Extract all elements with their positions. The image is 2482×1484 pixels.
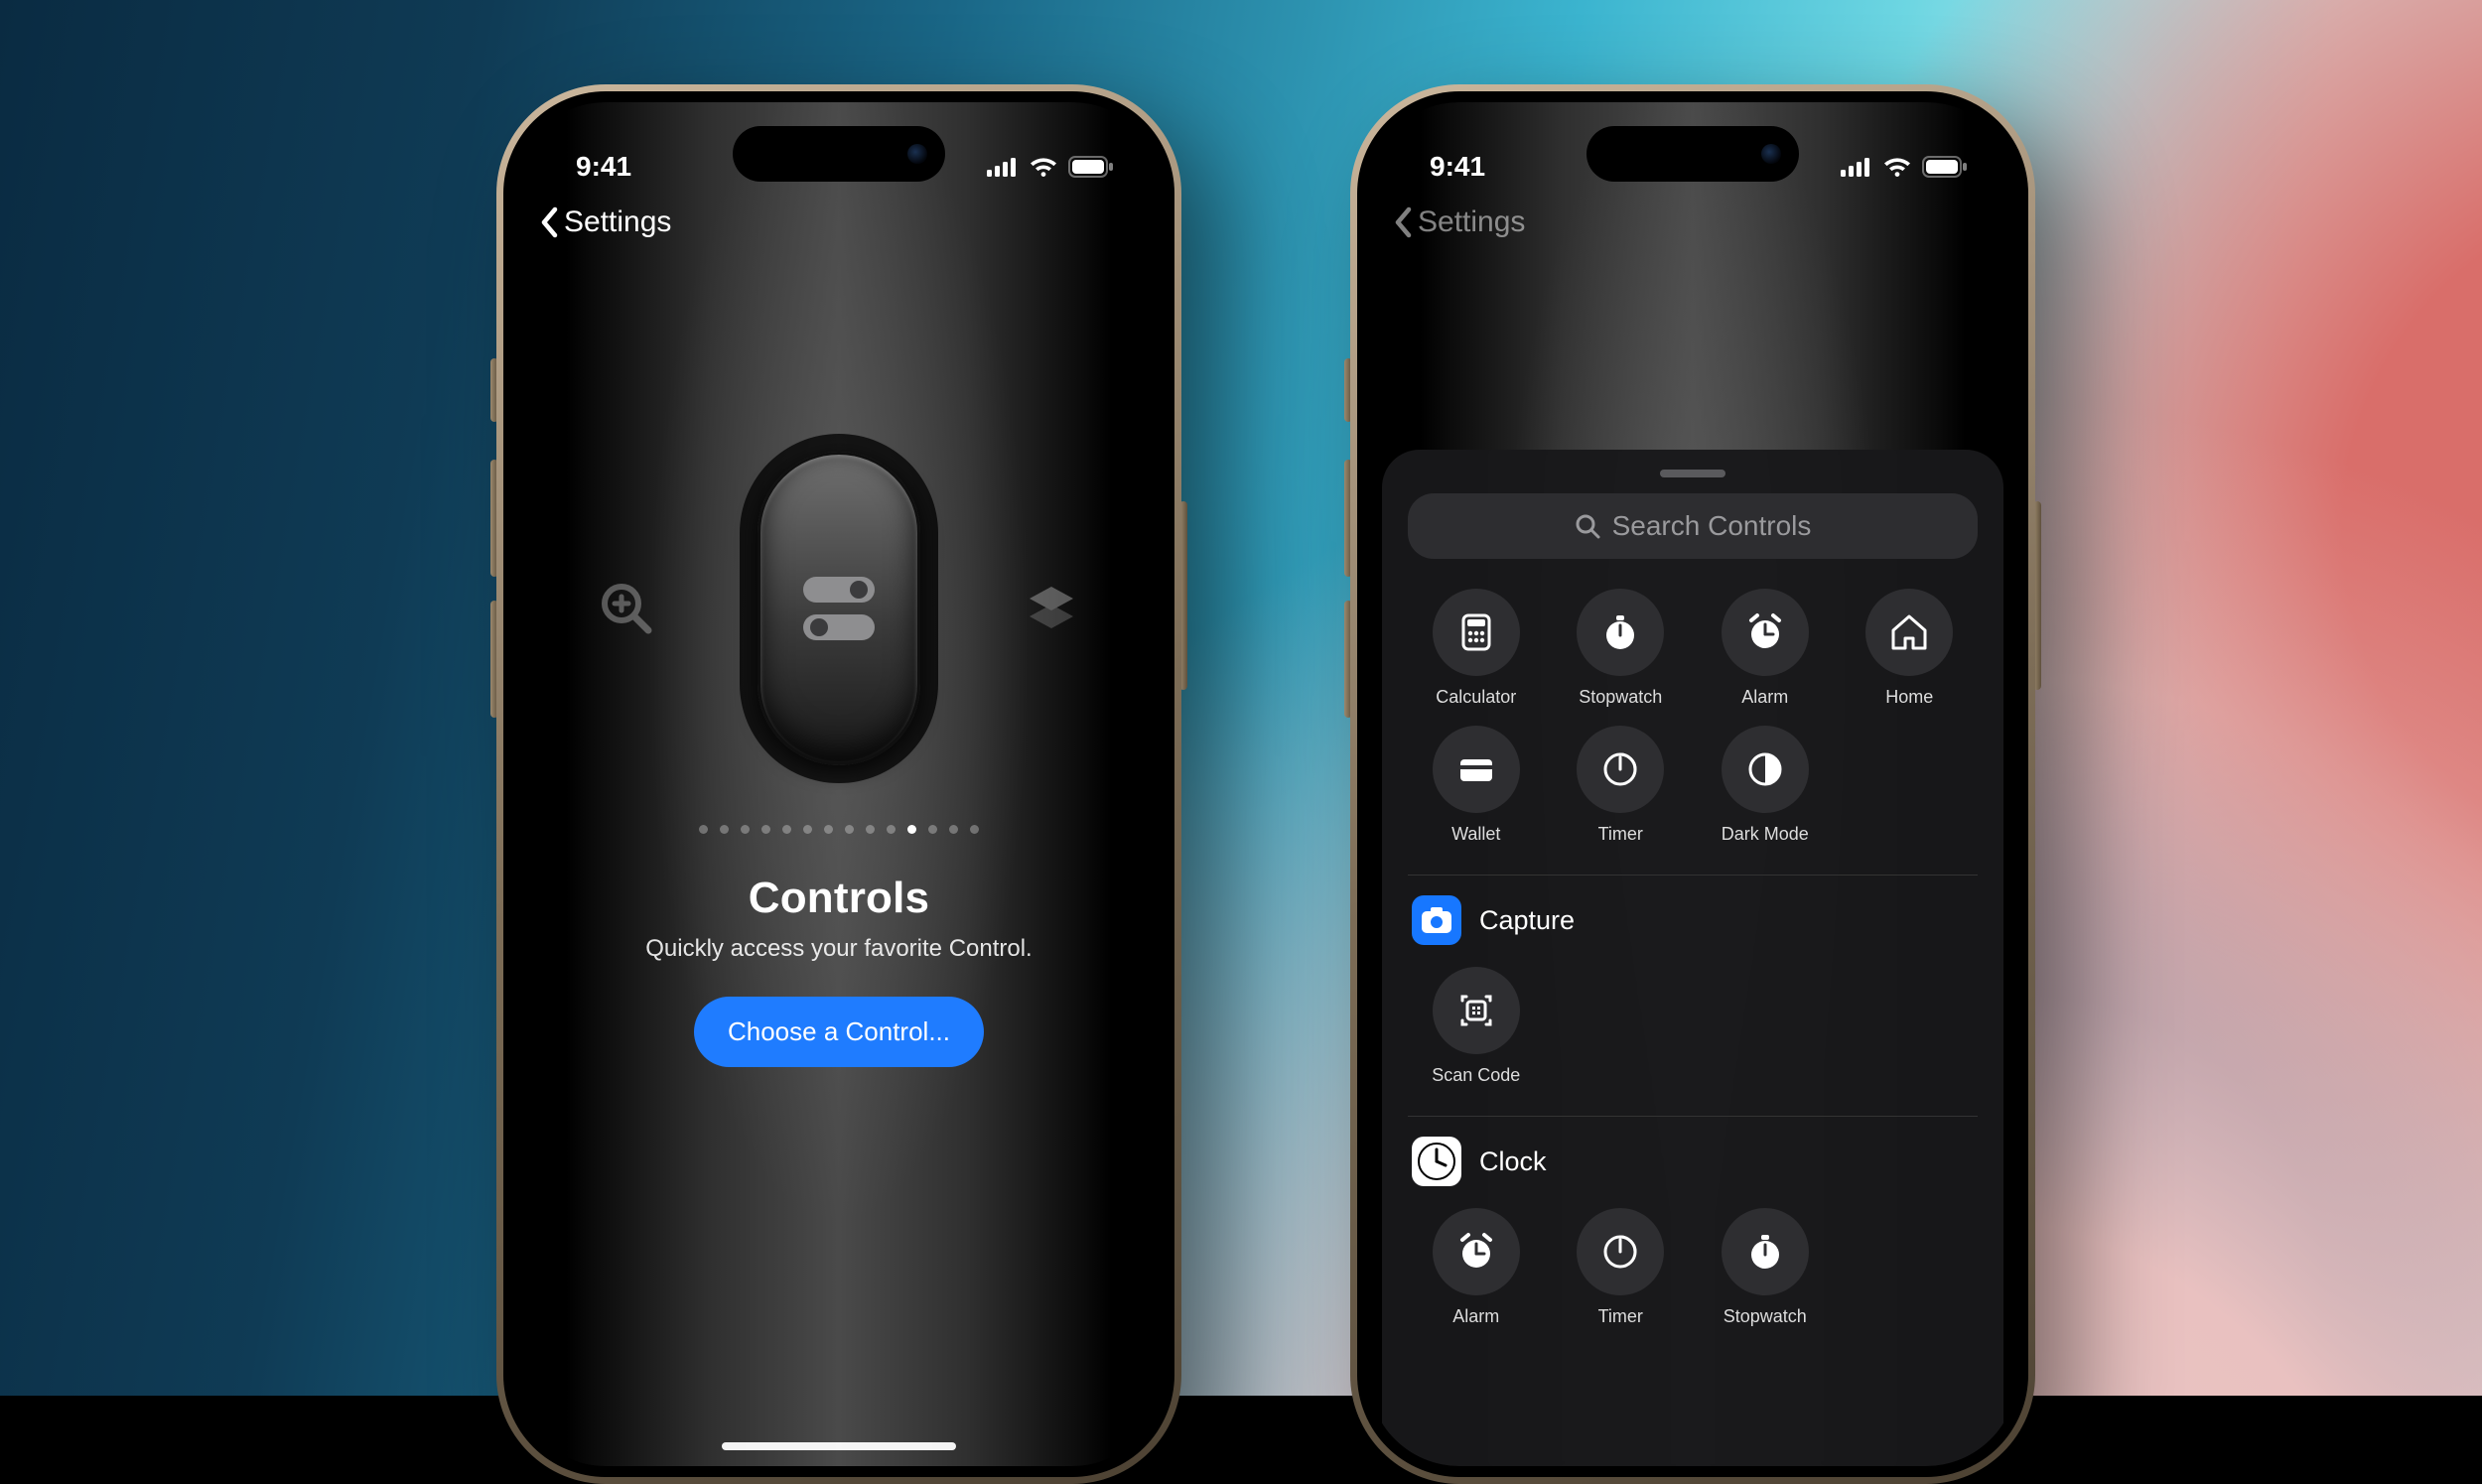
sheet-grabber[interactable]	[1660, 470, 1725, 477]
control-wallet[interactable]: Wallet	[1410, 726, 1543, 845]
control-label: Stopwatch	[1724, 1306, 1807, 1327]
control-darkmode[interactable]: Dark Mode	[1699, 726, 1832, 845]
alarm-icon	[1433, 1208, 1520, 1295]
choose-control-button[interactable]: Choose a Control...	[694, 997, 984, 1067]
control-alarm[interactable]: Alarm	[1410, 1208, 1543, 1327]
wifi-icon	[1029, 156, 1058, 178]
calculator-icon	[1433, 589, 1520, 676]
search-placeholder: Search Controls	[1612, 510, 1812, 542]
camera-icon	[1412, 895, 1461, 945]
featured-controls-grid: Calculator Stopwatch Alarm Home Wallet Timer D…	[1408, 589, 1978, 845]
back-button[interactable]: Settings	[1392, 205, 1525, 239]
clock-icon	[1412, 1137, 1461, 1186]
section-grid: Alarm Timer Stopwatch	[1408, 1208, 1978, 1327]
back-button[interactable]: Settings	[538, 205, 671, 239]
alarm-icon	[1722, 589, 1809, 676]
search-controls-input[interactable]: Search Controls	[1408, 493, 1978, 559]
control-stopwatch[interactable]: Stopwatch	[1555, 589, 1688, 708]
phone-right: 9:41 Settings Search Controls Calculator…	[1350, 84, 2035, 1484]
cellular-icon	[1841, 157, 1872, 177]
chevron-left-icon	[538, 205, 562, 239]
battery-icon	[1068, 156, 1114, 178]
control-calculator[interactable]: Calculator	[1410, 589, 1543, 708]
control-label: Scan Code	[1432, 1065, 1520, 1086]
screen-title: Controls	[749, 874, 929, 923]
screen-subtitle: Quickly access your favorite Control.	[645, 935, 1032, 963]
control-label: Calculator	[1436, 687, 1516, 708]
magnifier-icon[interactable]	[595, 577, 658, 640]
cellular-icon	[987, 157, 1019, 177]
action-button-pill	[758, 452, 920, 765]
control-label: Alarm	[1452, 1306, 1499, 1327]
wallet-icon	[1433, 726, 1520, 813]
control-label: Dark Mode	[1722, 824, 1809, 845]
toggles-icon	[797, 571, 881, 646]
control-label: Wallet	[1451, 824, 1500, 845]
search-icon	[1575, 513, 1600, 539]
home-indicator[interactable]	[722, 1442, 956, 1450]
chevron-left-icon	[1392, 205, 1416, 239]
controls-sheet[interactable]: Search Controls CalculatorStopwatchAlarm…	[1382, 450, 2003, 1466]
control-home[interactable]: Home	[1844, 589, 1977, 708]
status-time: 9:41	[1430, 151, 1485, 183]
dynamic-island	[733, 126, 945, 182]
stopwatch-icon	[1577, 589, 1664, 676]
section-header-capture: Capture	[1412, 895, 1978, 945]
section-header-clock: Clock	[1412, 1137, 1978, 1186]
control-label: Alarm	[1741, 687, 1788, 708]
wifi-icon	[1882, 156, 1912, 178]
control-label: Timer	[1598, 824, 1643, 845]
dynamic-island	[1586, 126, 1799, 182]
control-label: Stopwatch	[1579, 687, 1662, 708]
back-label: Settings	[564, 205, 671, 239]
status-time: 9:41	[576, 151, 631, 183]
back-label: Settings	[1418, 205, 1525, 239]
battery-icon	[1922, 156, 1968, 178]
control-timer[interactable]: Timer	[1555, 1208, 1688, 1327]
control-alarm[interactable]: Alarm	[1699, 589, 1832, 708]
control-scan[interactable]: Scan Code	[1410, 967, 1543, 1086]
home-icon	[1865, 589, 1953, 676]
control-stopwatch[interactable]: Stopwatch	[1699, 1208, 1832, 1327]
timer-icon	[1577, 1208, 1664, 1295]
page-dots[interactable]	[699, 825, 979, 834]
control-label: Home	[1885, 687, 1933, 708]
stopwatch-icon	[1722, 1208, 1809, 1295]
darkmode-icon	[1722, 726, 1809, 813]
control-timer[interactable]: Timer	[1555, 726, 1688, 845]
scan-icon	[1433, 967, 1520, 1054]
control-label: Timer	[1598, 1306, 1643, 1327]
section-grid: Scan Code	[1408, 967, 1978, 1086]
phone-left: 9:41 Settings	[496, 84, 1181, 1484]
shortcuts-icon[interactable]	[1020, 577, 1083, 640]
timer-icon	[1577, 726, 1664, 813]
